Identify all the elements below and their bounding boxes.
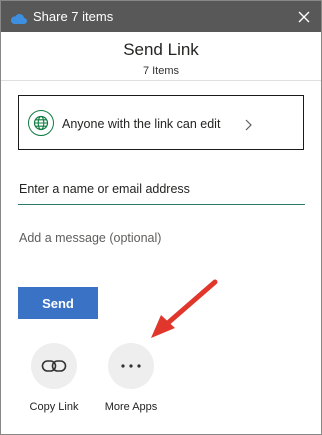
onedrive-cloud-icon [10, 11, 27, 29]
recipient-input[interactable] [18, 173, 305, 205]
send-button[interactable]: Send [18, 287, 98, 319]
page-title: Send Link [123, 40, 199, 59]
link-icon [31, 343, 77, 389]
chevron-right-icon [245, 118, 252, 136]
link-permission-button[interactable]: Anyone with the link can edit [18, 95, 304, 150]
title-bar: Share 7 items [1, 1, 321, 32]
message-input[interactable] [18, 223, 305, 253]
more-apps-button[interactable]: More Apps [96, 343, 166, 413]
ellipsis-icon [108, 343, 154, 389]
close-icon[interactable] [287, 1, 321, 32]
item-count: 7 Items [142, 65, 180, 77]
link-permission-label: Anyone with the link can edit [62, 117, 221, 131]
share-dialog: Share 7 items Send Link 7 Items Anyone w… [0, 0, 322, 435]
copy-link-label: Copy Link [29, 401, 79, 413]
globe-icon [28, 110, 54, 136]
more-apps-label: More Apps [104, 401, 158, 413]
copy-link-button[interactable]: Copy Link [19, 343, 89, 413]
dialog-header: Send Link 7 Items [1, 32, 321, 81]
window-title: Share 7 items [33, 9, 114, 24]
